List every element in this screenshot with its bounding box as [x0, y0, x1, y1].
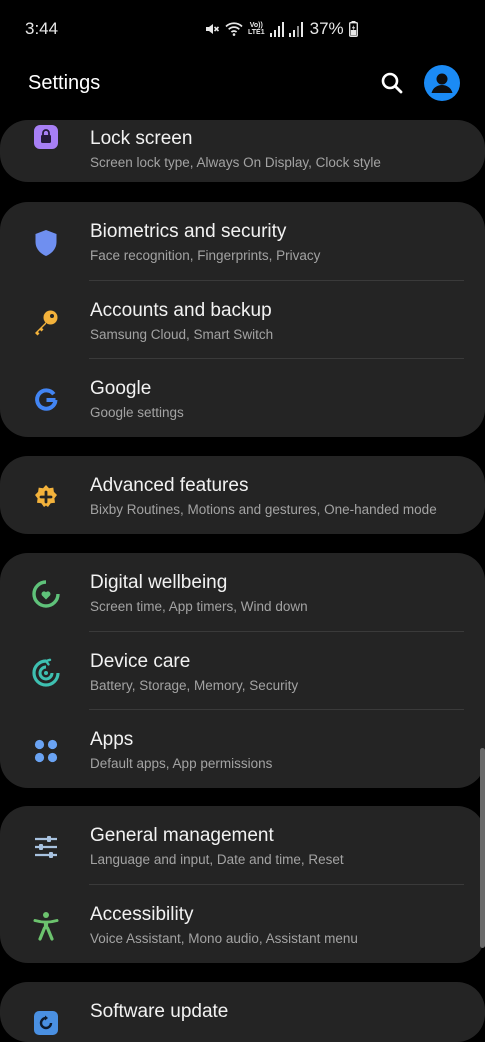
item-title: Accounts and backup [90, 299, 272, 321]
settings-item-digital-wellbeing[interactable]: Digital wellbeing Screen time, App timer… [0, 553, 485, 632]
settings-group-software: Software update [0, 982, 485, 1042]
item-subtitle: Bixby Routines, Motions and gestures, On… [90, 502, 437, 517]
device-care-icon [30, 657, 62, 689]
key-icon [30, 306, 62, 338]
status-time: 3:44 [25, 19, 59, 38]
scrollbar[interactable] [480, 748, 485, 948]
settings-group-general: General management Language and input, D… [0, 806, 485, 963]
settings-item-biometrics[interactable]: Biometrics and security Face recognition… [0, 202, 485, 281]
status-bar: 3:44 Vo)) LTE1 37% [0, 0, 485, 58]
app-bar: Settings [0, 58, 485, 110]
item-title: Accessibility [90, 903, 194, 925]
item-subtitle: Samsung Cloud, Smart Switch [90, 326, 274, 342]
google-icon [30, 384, 62, 416]
item-title: Lock screen [90, 128, 193, 149]
item-title: Biometrics and security [90, 221, 287, 242]
item-subtitle: Voice Assistant, Mono audio, Assistant m… [90, 930, 358, 946]
software-update-icon [30, 1007, 62, 1039]
wellbeing-icon [30, 578, 62, 610]
item-subtitle: Face recognition, Fingerprints, Privacy [90, 248, 321, 263]
mute-icon [204, 21, 220, 37]
apps-icon [30, 735, 62, 767]
item-subtitle: Screen lock type, Always On Display, Clo… [90, 155, 381, 170]
settings-group-advanced: Advanced features Bixby Routines, Motion… [0, 456, 485, 534]
settings-item-accessibility[interactable]: Accessibility Voice Assistant, Mono audi… [0, 885, 485, 964]
signal-icon [269, 21, 284, 37]
item-title: Software update [90, 1001, 229, 1022]
lte-bottom-label: LTE1 [248, 29, 265, 36]
settings-item-device-care[interactable]: Device care Battery, Storage, Memory, Se… [0, 632, 485, 710]
item-title: Apps [90, 729, 134, 750]
search-icon [381, 72, 403, 94]
item-title: Advanced features [90, 475, 249, 496]
item-title: Digital wellbeing [90, 572, 228, 593]
status-icons: Vo)) LTE1 37% [204, 18, 358, 40]
accessibility-icon [30, 910, 62, 942]
signal-icon [288, 21, 303, 37]
wifi-icon [225, 21, 243, 37]
page-title: Settings [28, 72, 101, 94]
settings-item-accounts[interactable]: Accounts and backup Samsung Cloud, Smart… [0, 281, 485, 359]
item-subtitle: Default apps, App permissions [90, 756, 273, 771]
battery-icon [348, 21, 358, 37]
item-title: Device care [90, 650, 191, 672]
lte-top-label: Vo)) [249, 22, 263, 29]
item-title: General management [90, 825, 274, 846]
item-subtitle: Google settings [90, 405, 184, 420]
item-subtitle: Screen time, App timers, Wind down [90, 599, 308, 614]
item-title: Google [90, 378, 152, 399]
settings-group-lock: Lock screen Screen lock type, Always On … [0, 120, 485, 182]
advanced-features-icon [30, 481, 62, 513]
settings-item-lock-screen[interactable]: Lock screen Screen lock type, Always On … [0, 120, 485, 182]
settings-item-google[interactable]: Google Google settings [0, 359, 485, 437]
item-subtitle: Battery, Storage, Memory, Security [90, 677, 299, 693]
sliders-icon [30, 831, 62, 863]
settings-item-software-update[interactable]: Software update [0, 982, 485, 1042]
settings-item-advanced-features[interactable]: Advanced features Bixby Routines, Motion… [0, 456, 485, 534]
shield-icon [30, 227, 62, 259]
battery-percent: 37% [309, 19, 344, 38]
profile-icon [431, 73, 453, 93]
search-button[interactable] [375, 66, 409, 100]
settings-item-general-management[interactable]: General management Language and input, D… [0, 806, 485, 885]
lte-icon: Vo)) LTE1 [248, 22, 265, 36]
settings-group-device: Digital wellbeing Screen time, App timer… [0, 553, 485, 788]
profile-button[interactable] [424, 65, 460, 101]
item-subtitle: Language and input, Date and time, Reset [90, 852, 344, 867]
lock-icon [30, 121, 62, 153]
settings-item-apps[interactable]: Apps Default apps, App permissions [0, 710, 485, 788]
settings-group-security: Biometrics and security Face recognition… [0, 202, 485, 437]
